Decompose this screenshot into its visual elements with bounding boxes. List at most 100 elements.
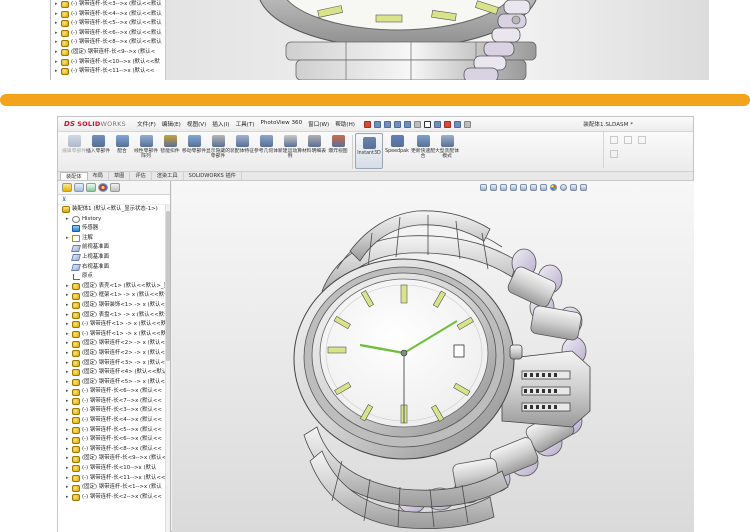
configuration-manager-tab-icon[interactable] — [86, 183, 96, 192]
top-tree-item[interactable]: ▸ (-) 钢带连杆-长<8-->x (默认<<默认 — [51, 38, 165, 48]
command-button[interactable]: 配合 — [110, 132, 134, 170]
command-button[interactable]: 参考几何体 — [254, 132, 278, 170]
menu-item[interactable]: 文件(F) — [134, 120, 159, 128]
menu-item[interactable]: 插入(I) — [209, 120, 232, 128]
tree-item[interactable]: ▸ (固定) 框架<1> -> x (默认<<默认 — [58, 291, 166, 301]
command-button[interactable]: Speedpak — [383, 132, 411, 170]
command-button[interactable]: 显示隐藏的零部件 — [206, 132, 230, 170]
command-tab[interactable]: 评估 — [130, 172, 152, 180]
feature-manager-tab-icon[interactable] — [62, 183, 72, 192]
tree-item[interactable]: ▸ (固定) 钢带连杆<4> (默认<<默认 — [58, 368, 166, 378]
tree-item[interactable]: ▸ (固定) 钢带连杆-长<9-->x (默认< — [58, 454, 166, 464]
tree-item[interactable]: ▸ (-) 钢带连杆-长<6-->x (默认<< — [58, 387, 166, 397]
menu-item[interactable]: 编辑(E) — [159, 120, 184, 128]
rebuild-icon[interactable] — [434, 120, 441, 128]
menu-item[interactable]: 帮助(H) — [332, 120, 358, 128]
top-graphics-area — [166, 0, 709, 80]
tree-item[interactable]: 传感器 — [58, 224, 166, 234]
command-button[interactable]: 插入零部件 — [86, 132, 110, 170]
part-icon — [72, 417, 80, 425]
graphics-area[interactable] — [172, 181, 694, 532]
tree-item[interactable]: ▸(固定) 钢带连杆<2> -> x (默认<<_显 — [58, 349, 166, 359]
move-component-icon — [187, 135, 201, 147]
command-button[interactable]: 更新快速配合 — [411, 132, 435, 170]
tree-filter[interactable]: ⊻ — [58, 195, 170, 205]
tree-item[interactable]: 右视基准面 — [58, 263, 166, 273]
menu-item[interactable]: 视图(V) — [184, 120, 209, 128]
tree-scrollbar[interactable] — [165, 205, 170, 532]
top-tree-item[interactable]: ▸ (-) 钢带连杆-长<10-->x (默认<<默 — [51, 58, 165, 68]
save-icon[interactable] — [394, 120, 401, 128]
command-button[interactable]: 爆炸视图 — [326, 132, 350, 170]
tree-item[interactable]: ▸ (固定) 钢带装饰<1> -> x (默认<< — [58, 301, 166, 311]
part-icon — [72, 484, 80, 492]
menu-item[interactable]: 工具(T) — [232, 120, 257, 128]
top-tree-item[interactable]: ▸ (-) 钢带连杆-长<5-->x (默认<<默认 — [51, 19, 165, 29]
command-label: 线性零部件阵列 — [134, 149, 158, 160]
tree-root-assembly[interactable]: 装配体1 (默认<默认_显示状态-1>) — [58, 205, 166, 215]
tree-item[interactable]: ▸ (固定) 钢带连杆<2> -> x (默认<< — [58, 339, 166, 349]
open-icon[interactable] — [384, 120, 391, 128]
scrollbar-thumb[interactable] — [166, 211, 170, 361]
tree-item[interactable]: ▸ (固定) 钢带连杆<3> -> x (默认<< — [58, 359, 166, 369]
tree-item[interactable]: ▸ (-) 钢带连杆-长<8-->x (默认<< — [58, 445, 166, 455]
new-document-icon[interactable] — [374, 120, 381, 128]
print-icon[interactable] — [404, 120, 411, 128]
command-button[interactable]: 材料明细表 — [302, 132, 326, 170]
command-button[interactable]: 线性零部件阵列 — [134, 132, 158, 170]
tree-item[interactable]: ▸ (-) 钢带连杆-长<11-->x (默认<< — [58, 474, 166, 484]
top-tree-item[interactable]: ▸ (-) 钢带连杆-长<6-->x (默认<<默认 — [51, 29, 165, 39]
command-button[interactable]: 移动零部件 — [182, 132, 206, 170]
tree-item[interactable]: ▸ 注解 — [58, 234, 166, 244]
command-tab[interactable]: 装配体 — [60, 172, 88, 180]
display-manager-tab-icon[interactable] — [110, 183, 120, 192]
options-gear-icon[interactable] — [464, 120, 471, 128]
tree-item[interactable]: ▸ (-) 钢带连杆-长<3-->x (默认<< — [58, 406, 166, 416]
part-icon — [72, 369, 80, 377]
traffic-light-icon[interactable] — [444, 120, 451, 128]
tree-item[interactable]: 原点 — [58, 272, 166, 282]
tree-item[interactable]: ▸ (-) 钢带连杆-长<6-->x (默认<< — [58, 435, 166, 445]
command-button[interactable]: Instant3D — [355, 133, 383, 169]
top-tree-item[interactable]: ▸ (固定) 钢带连杆-长<9-->x (默认< — [51, 48, 165, 58]
command-tab[interactable]: SOLIDWORKS 插件 — [184, 172, 242, 180]
part-icon — [72, 446, 80, 454]
command-button[interactable]: 装配体特征 — [230, 132, 254, 170]
tree-item[interactable]: ▸ (-) 钢带连杆-长<5-->x (默认<< — [58, 426, 166, 436]
tree-item[interactable]: ▸ (-) 钢带连杆-长<4-->x (默认<< — [58, 416, 166, 426]
tree-item[interactable]: ▸ (-) 钢带连杆-长<7-->x (默认<< — [58, 397, 166, 407]
command-tab[interactable]: 草图 — [109, 172, 131, 180]
select-cursor-icon[interactable] — [424, 120, 431, 128]
file-properties-icon[interactable] — [454, 120, 461, 128]
tree-item[interactable]: ▸ (固定) 钢带连杆<5> -> x (默认< — [58, 378, 166, 388]
tree-item[interactable]: ▸ (固定) 钢带连杆-长<1-->x (默认 — [58, 483, 166, 493]
command-button[interactable]: 大型装配体模式 — [435, 132, 459, 170]
tree-item-label: 原点 — [82, 273, 93, 280]
tree-item-label: (固定) 表盘<1> -> x (默认<<默认 — [82, 311, 166, 318]
command-button[interactable]: 编辑零部件 — [62, 132, 86, 170]
top-tree-item[interactable]: ▸ (-) 钢带连杆-长<11-->x (默认<< — [51, 67, 165, 77]
tree-item[interactable]: ▸ (-) 钢带连杆-长<10-->x (默认 — [58, 464, 166, 474]
tree-item[interactable]: ▸ (-) 钢带连杆-长<2-->x (默认<< — [58, 493, 166, 503]
menu-item[interactable]: 窗口(W) — [305, 120, 332, 128]
command-label: 大型装配体模式 — [435, 149, 459, 160]
tree-item[interactable]: 上视基准面 — [58, 253, 166, 263]
command-tab[interactable]: 渲染工具 — [152, 172, 184, 180]
tree-item[interactable]: ▸ (-) 钢带连杆<1> -> x (默认<<默 — [58, 330, 166, 340]
property-manager-tab-icon[interactable] — [74, 183, 84, 192]
tree-item[interactable]: 前视基准面 — [58, 243, 166, 253]
command-tab[interactable]: 布局 — [88, 172, 109, 180]
command-button[interactable]: 新建运动算例 — [278, 132, 302, 170]
dimxpert-tab-icon[interactable] — [98, 183, 108, 192]
tree-item[interactable]: ▸ (-) 钢带连杆<1> -> x (默认<<默 — [58, 320, 166, 330]
top-tree-item[interactable]: ▸ (-) 钢带连杆-长<4-->x (默认<<默认 — [51, 10, 165, 20]
tree-item[interactable]: ▸ (固定) 表盘<1> -> x (默认<<默认 — [58, 311, 166, 321]
command-button[interactable]: 智能扣件 — [158, 132, 182, 170]
tree-item[interactable]: ▸ History — [58, 215, 166, 225]
undo-icon[interactable] — [414, 120, 421, 128]
tree-item[interactable]: ▸ (固定) 表壳<1> (默认<<默认>_显 — [58, 282, 166, 292]
menu-item[interactable]: PhotoView 360 — [257, 120, 305, 128]
top-tree-item[interactable]: ▸ (-) 钢带连杆-长<3-->x (默认<<默认 — [51, 0, 165, 10]
filter-icon[interactable]: ⊻ — [62, 196, 66, 203]
pin-icon[interactable] — [364, 120, 371, 128]
